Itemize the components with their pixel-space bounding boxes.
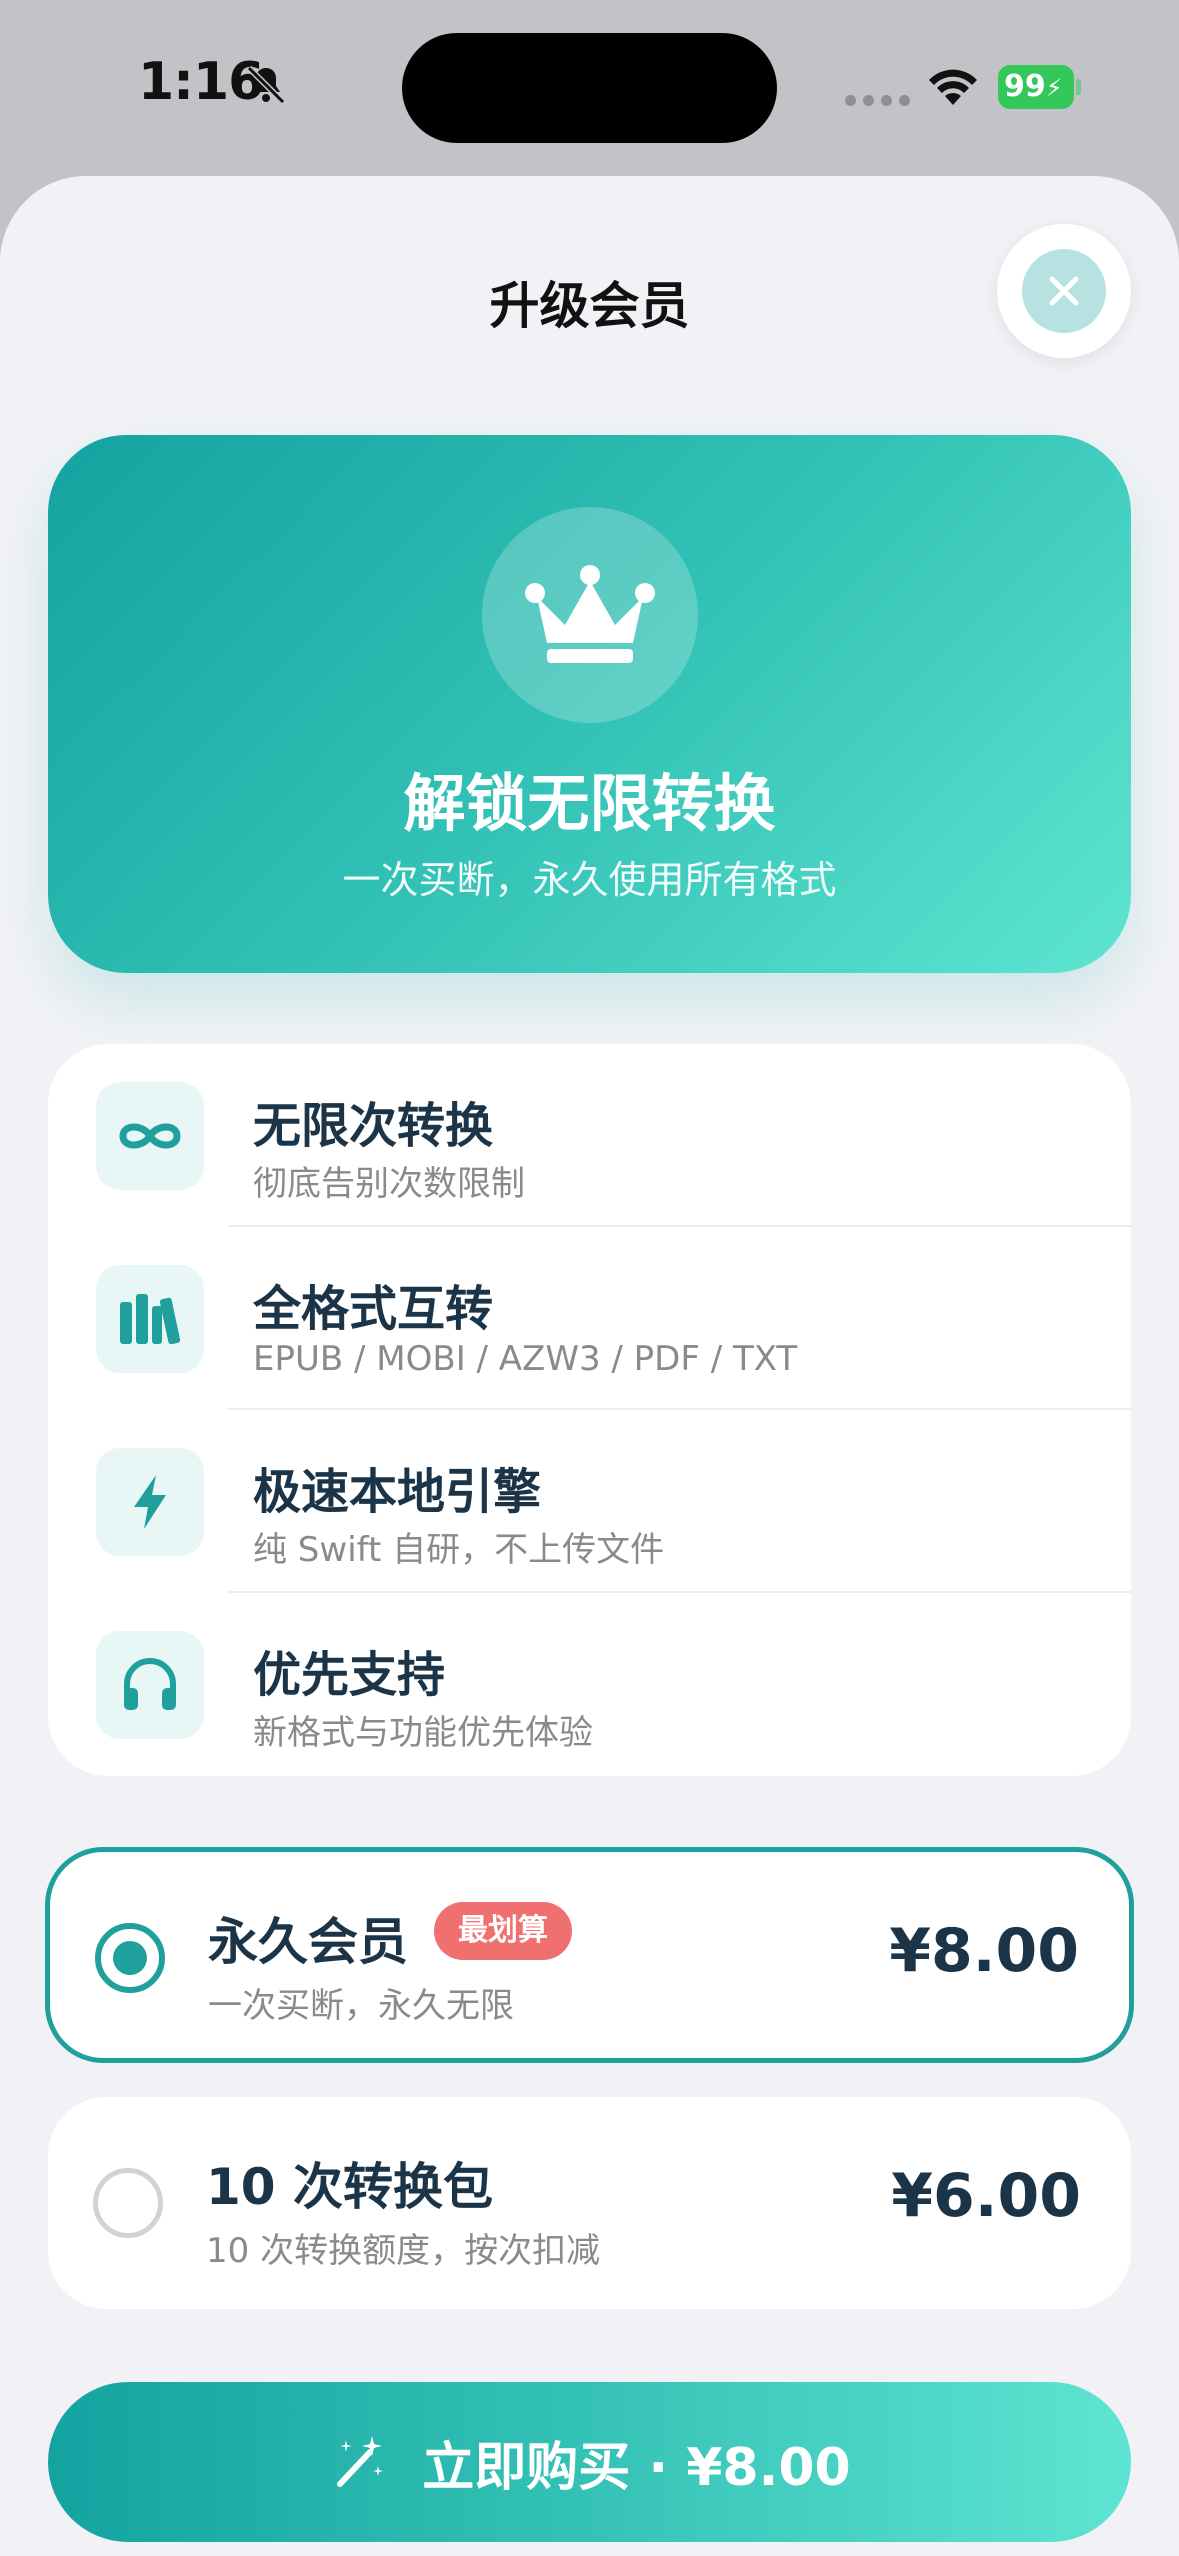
feature-title: 极速本地引擎 [253,1464,542,1520]
hero-subtitle: 一次买断，永久使用所有格式 [342,858,837,902]
radio-selected[interactable] [95,1923,165,1993]
infinity-icon [119,1123,181,1149]
feature-item: 优先支持 新格式与功能优先体验 [48,1593,1131,1776]
close-button[interactable] [997,224,1131,358]
plan-lifetime-option[interactable]: 永久会员 最划算 一次买断，永久无限 ¥8.00 [45,1847,1134,2063]
dynamic-island [402,33,777,143]
feature-title: 优先支持 [253,1647,446,1703]
books-icon [120,1294,181,1345]
crown-icon [525,565,655,663]
close-icon [1049,276,1079,306]
plan-subtitle: 10 次转换额度，按次扣减 [206,2231,601,2271]
feature-subtitle: 纯 Swift 自研，不上传文件 [253,1530,665,1570]
buy-now-label: 立即购买 · ¥8.00 [422,2437,851,2498]
feature-item: 全格式互转 EPUB / MOBI / AZW3 / PDF / TXT [48,1227,1131,1410]
feature-item: 极速本地引擎 纯 Swift 自研，不上传文件 [48,1410,1131,1593]
battery-indicator: 99⚡ [998,65,1081,109]
upgrade-sheet: 升级会员 解锁无限转换 一次买断，永久使用所有格式 无限次转换 彻底告别次数限制… [0,176,1179,2556]
battery-level: 99 [1004,69,1046,104]
feature-subtitle: EPUB / MOBI / AZW3 / PDF / TXT [253,1339,798,1379]
hero-title: 解锁无限转换 [403,767,776,840]
feature-list: 无限次转换 彻底告别次数限制 全格式互转 EPUB / MOBI / AZW3 … [48,1044,1131,1776]
plan-price: ¥6.00 [891,2161,1081,2231]
radio-unselected[interactable] [93,2168,163,2238]
wifi-icon [929,69,977,105]
plan-title: 10 次转换包 [206,2158,493,2216]
cellular-signal-icon [845,95,910,106]
plan-subtitle: 一次买断，永久无限 [208,1986,514,2026]
silent-bell-icon [246,65,286,105]
feature-subtitle: 彻底告别次数限制 [253,1164,525,1204]
feature-item: 无限次转换 彻底告别次数限制 [48,1044,1131,1227]
buy-now-button[interactable]: 立即购买 · ¥8.00 [48,2382,1131,2542]
plan-10-pack-option[interactable]: 10 次转换包 10 次转换额度，按次扣减 ¥6.00 [48,2097,1131,2309]
bolt-icon [134,1475,166,1529]
plan-title: 永久会员 [208,1913,408,1971]
feature-subtitle: 新格式与功能优先体验 [253,1713,593,1753]
hero-banner: 解锁无限转换 一次买断，永久使用所有格式 [48,435,1131,973]
plan-price: ¥8.00 [889,1916,1079,1986]
magic-wand-icon [337,2436,384,2487]
crown-badge [482,507,698,723]
feature-title: 无限次转换 [253,1098,494,1154]
charging-bolt-icon: ⚡ [1045,74,1063,102]
status-bar: 1:16 99⚡ [0,0,1179,175]
headphones-icon [124,1658,176,1710]
best-value-badge: 最划算 [434,1902,572,1960]
feature-title: 全格式互转 [253,1281,494,1337]
